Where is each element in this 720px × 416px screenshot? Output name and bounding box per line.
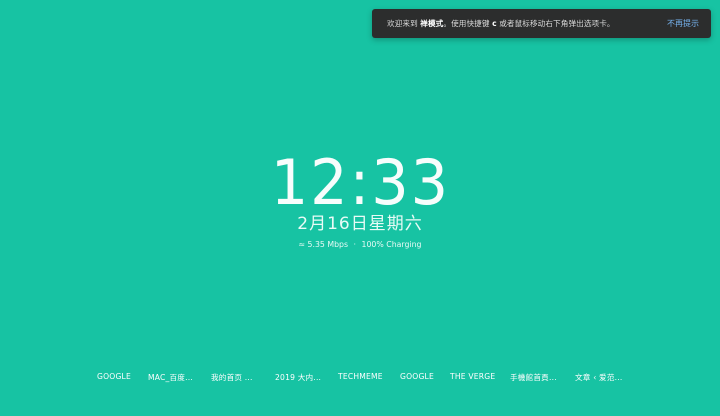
shortcut-link[interactable]: GOOGLE — [97, 372, 131, 381]
clock-time-text: 12:33 — [270, 146, 450, 219]
shortcut-link[interactable]: 2019 大内... — [275, 372, 321, 383]
status-line: ≈ 5.35 Mbps · 100% Charging — [0, 240, 720, 249]
status-separator: · — [353, 240, 357, 249]
welcome-toast: 欢迎来到 禅模式。使用快捷键 c 或者鼠标移动右下角弹出选项卡。 不再提示 — [372, 9, 711, 38]
wifi-icon: ≈ — [298, 240, 306, 249]
toast-message: 欢迎来到 禅模式。使用快捷键 c 或者鼠标移动右下角弹出选项卡。 — [387, 18, 667, 29]
dont-show-again-button[interactable]: 不再提示 — [667, 18, 699, 29]
shortcut-link[interactable]: TECHMEME — [338, 372, 383, 381]
shortcut-link[interactable]: THE VERGE — [450, 372, 495, 381]
shortcut-link[interactable]: GOOGLE — [400, 372, 434, 381]
shortcut-link[interactable]: 手機館首頁... — [510, 372, 557, 383]
shortcut-link[interactable]: MAC_百度... — [148, 372, 193, 383]
network-speed: 5.35 Mbps — [307, 240, 349, 249]
shortcut-link[interactable]: 文章 ‹ 爱范... — [575, 372, 622, 383]
toast-middle: 。使用快捷键 — [443, 19, 493, 28]
shortcut-link[interactable]: 我的首页 ... — [211, 372, 253, 383]
toast-mode-name: 禅模式 — [420, 19, 444, 28]
shortcut-bar: GOOGLE MAC_百度... 我的首页 ... 2019 大内... TEC… — [0, 372, 720, 386]
battery-status: 100% Charging — [361, 240, 422, 249]
toast-suffix: 或者鼠标移动右下角弹出选项卡。 — [496, 19, 615, 28]
date-display: 2月16日星期六 — [297, 214, 423, 234]
clock-time: 12:33 — [0, 148, 720, 218]
toast-prefix: 欢迎来到 — [387, 19, 421, 28]
